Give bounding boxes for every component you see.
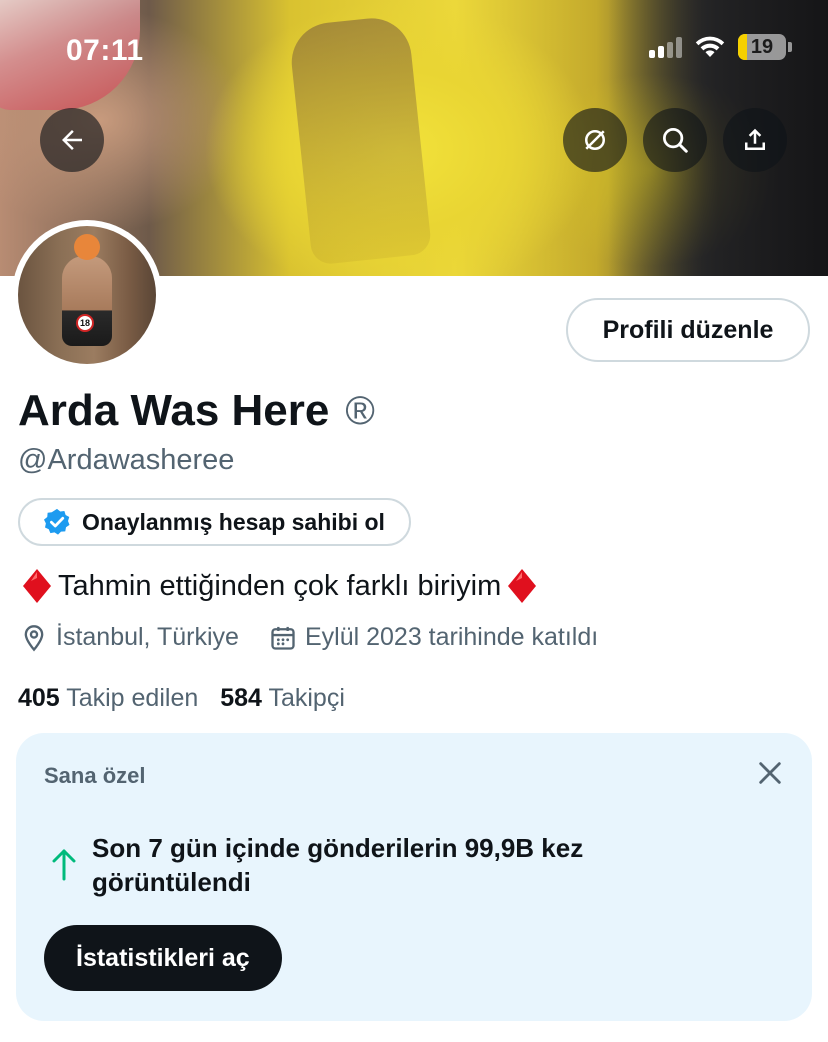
avatar-photo: 18 [18, 226, 156, 364]
for-you-card: Sana özel Son 7 gün içinde gönderilerin … [16, 733, 812, 1021]
diamond-suit-icon [23, 569, 51, 603]
search-button[interactable] [643, 108, 707, 172]
diamond-suit-icon [508, 569, 537, 603]
banner-shirt-shadow [287, 14, 433, 266]
search-icon [663, 128, 688, 153]
following-count: 405 [18, 684, 60, 712]
card-message: Son 7 gün içinde gönderilerin 99,9B kez … [92, 833, 584, 897]
open-analytics-button[interactable]: İstatistikleri aç [44, 925, 282, 991]
battery-level [738, 34, 748, 60]
display-name-row: Arda Was Here ® [18, 386, 375, 436]
wifi-icon [695, 36, 725, 57]
avatar-figure [62, 256, 112, 346]
bio-text: Tahmin ettiğinden çok farklı biriyim [58, 569, 502, 602]
avatar[interactable]: 18 [12, 220, 162, 370]
following-link[interactable]: 405 Takip edilen [18, 684, 198, 713]
battery-nub [788, 42, 792, 52]
card-title: Sana özel [44, 763, 146, 788]
status-time: 07:11 [66, 34, 144, 67]
join-date-text: Eylül 2023 tarihinde katıldı [304, 623, 599, 651]
back-button[interactable] [40, 108, 104, 172]
location-pin-icon [24, 624, 44, 651]
registered-mark: ® [345, 388, 375, 433]
close-icon [759, 762, 781, 784]
trend-up-arrow-icon [52, 849, 76, 881]
follow-stats: 405 Takip edilen 584 Takipçi [18, 684, 345, 713]
arrow-left-icon [62, 130, 82, 150]
eye-slash-icon [585, 130, 605, 150]
followers-label: Takipçi [268, 684, 345, 712]
battery-icon: 19 [738, 34, 786, 60]
cellular-signal-icon [649, 36, 682, 58]
get-verified-button[interactable]: Onaylanmış hesap sahibi ol [18, 498, 411, 546]
calendar-icon [271, 626, 295, 650]
user-handle: @Ardawasheree [18, 444, 235, 476]
location: İstanbul, Türkiye [20, 623, 239, 652]
bio: Tahmin ettiğinden çok farklı biriyim [22, 568, 537, 604]
get-verified-label: Onaylanmış hesap sahibi ol [82, 508, 385, 535]
location-text: İstanbul, Türkiye [56, 623, 239, 651]
edit-profile-button[interactable]: Profili düzenle [566, 298, 810, 362]
followers-link[interactable]: 584 Takipçi [220, 684, 345, 713]
share-icon [745, 128, 765, 150]
share-button[interactable] [723, 108, 787, 172]
battery-percent: 19 [750, 35, 774, 58]
status-indicators: 19 [649, 34, 792, 60]
avatar-age-badge: 18 [76, 314, 94, 332]
hide-banner-button[interactable] [563, 108, 627, 172]
join-date: Eylül 2023 tarihinde katıldı [269, 623, 598, 652]
display-name: Arda Was Here [18, 386, 330, 435]
following-label: Takip edilen [66, 684, 199, 712]
profile-meta: İstanbul, Türkiye Eylül 2023 tarihinde k… [20, 623, 628, 652]
card-close-button[interactable] [754, 757, 786, 789]
verified-badge-icon [44, 508, 70, 535]
followers-count: 584 [220, 684, 262, 712]
avatar-emoji-face [74, 234, 100, 260]
